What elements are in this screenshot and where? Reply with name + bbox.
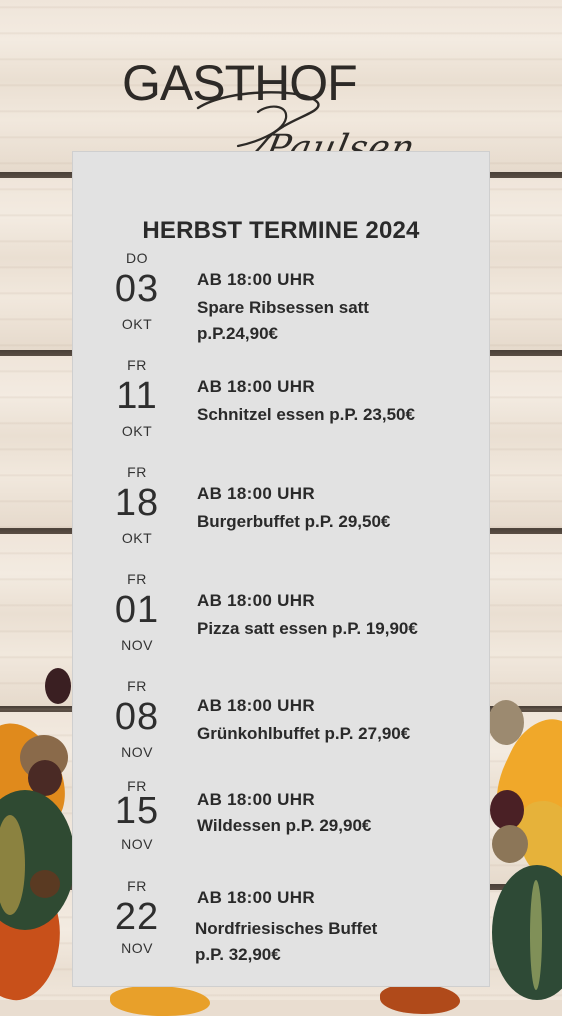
event-time: AB 18:00 UHR (197, 790, 315, 809)
event-day: 01 (114, 589, 160, 631)
event-weekday: FR (127, 357, 147, 373)
event-month: OKT (121, 316, 153, 332)
event-description: Schnitzel essen p.P. 23,50€ (197, 405, 415, 424)
event-day: 22 (114, 896, 160, 938)
event-month: OKT (121, 423, 153, 439)
event-item: FR 22 NOV AB 18:00 UHR Nordfriesisches B… (72, 878, 490, 978)
event-description: Grünkohlbuffet p.P. 27,90€ (197, 724, 411, 743)
event-month: NOV (121, 637, 153, 653)
event-description: Burgerbuffet p.P. 29,50€ (197, 512, 391, 531)
event-item: FR 01 NOV AB 18:00 UHR Pizza satt essen … (72, 571, 490, 671)
event-time: AB 18:00 UHR (197, 888, 315, 907)
event-time: AB 18:00 UHR (197, 591, 315, 610)
event-month: NOV (121, 744, 153, 760)
event-description: Spare Ribsessen satt p.P.24,90€ (197, 298, 369, 343)
event-month: OKT (121, 530, 153, 546)
event-item: FR 11 OKT AB 18:00 UHR Schnitzel essen p… (72, 357, 490, 457)
event-day: 11 (116, 375, 158, 417)
event-description: Wildessen p.P. 29,90€ (197, 816, 372, 835)
event-item: FR 08 NOV AB 18:00 UHR Grünkohlbuffet p.… (72, 678, 490, 778)
event-item: FR 18 OKT AB 18:00 UHR Burgerbuffet p.P.… (72, 464, 490, 564)
event-day: 18 (114, 482, 160, 524)
event-time: AB 18:00 UHR (197, 484, 315, 503)
event-day: 15 (114, 790, 160, 832)
event-time: AB 18:00 UHR (197, 696, 315, 715)
event-time: AB 18:00 UHR (197, 377, 315, 396)
event-month: NOV (121, 836, 153, 852)
page-title: HERBST TERMINE 2024 (142, 217, 420, 244)
event-weekday: FR (127, 571, 147, 587)
event-time: AB 18:00 UHR (197, 270, 315, 289)
event-weekday: FR (127, 878, 147, 894)
event-day: 08 (114, 696, 160, 738)
event-month: NOV (121, 940, 153, 956)
event-item: FR 15 NOV AB 18:00 UHR Wildessen p.P. 29… (72, 778, 490, 878)
event-description: Nordfriesisches Buffet p.P. 32,90€ (195, 919, 378, 964)
event-weekday: FR (127, 678, 147, 694)
event-weekday: DO (126, 250, 148, 266)
event-description: Pizza satt essen p.P. 19,90€ (197, 619, 418, 638)
event-weekday: FR (127, 464, 147, 480)
event-day: 03 (114, 268, 160, 310)
event-item: DO 03 OKT AB 18:00 UHR Spare Ribsessen s… (72, 250, 490, 350)
